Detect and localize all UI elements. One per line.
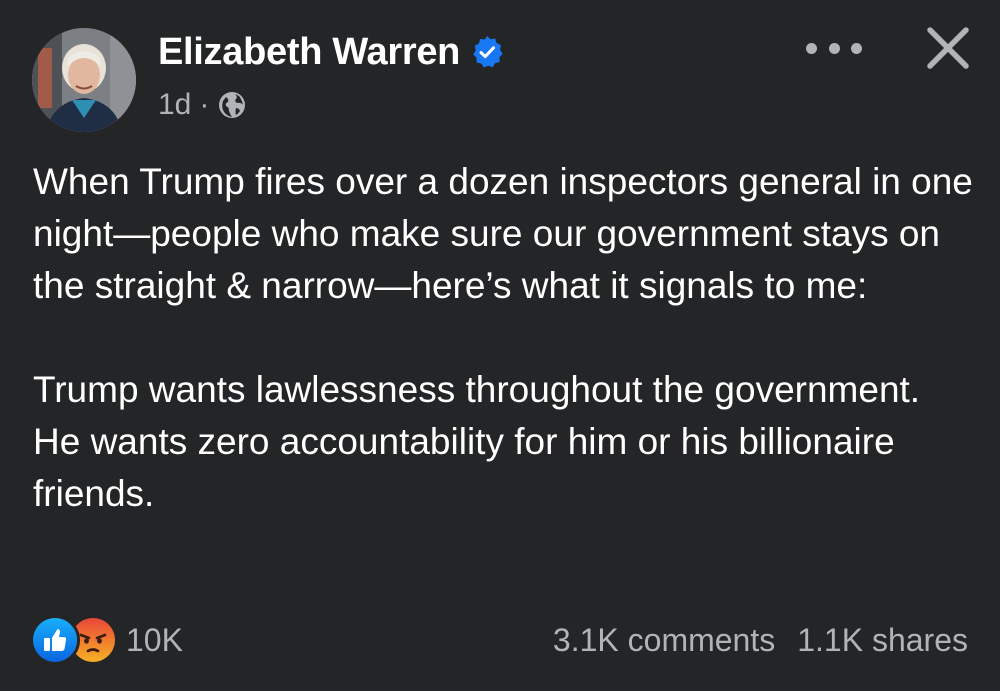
engagement-stats: 3.1K comments 1.1K shares: [553, 618, 968, 662]
close-button[interactable]: [924, 24, 972, 72]
globe-icon: [217, 90, 247, 120]
more-options-button[interactable]: [806, 36, 862, 60]
post-timestamp[interactable]: 1d: [158, 88, 191, 122]
author-avatar[interactable]: [32, 28, 136, 132]
facebook-post: Elizabeth Warren 1d · When Trump fires o…: [0, 0, 1000, 691]
more-options-icon-dot: [851, 42, 862, 54]
meta-separator: ·: [199, 88, 210, 121]
post-paragraph: Trump wants lawlessness throughout the g…: [33, 369, 921, 514]
post-text: When Trump fires over a dozen inspectors…: [33, 156, 973, 520]
reactions-summary[interactable]: 10K: [30, 615, 183, 665]
close-icon: [927, 27, 969, 69]
post-meta: 1d ·: [158, 86, 247, 124]
reaction-count[interactable]: 10K: [126, 622, 183, 659]
author-row: Elizabeth Warren: [158, 28, 504, 76]
author-name[interactable]: Elizabeth Warren: [158, 31, 460, 74]
shares-count-link[interactable]: 1.1K shares: [797, 622, 968, 659]
verified-badge-icon: [470, 35, 504, 69]
like-reaction-icon: [30, 615, 80, 665]
post-paragraph: When Trump fires over a dozen inspectors…: [33, 161, 973, 306]
more-options-icon: [806, 42, 817, 54]
comments-count-link[interactable]: 3.1K comments: [553, 622, 775, 659]
more-options-icon-dot: [828, 42, 840, 54]
